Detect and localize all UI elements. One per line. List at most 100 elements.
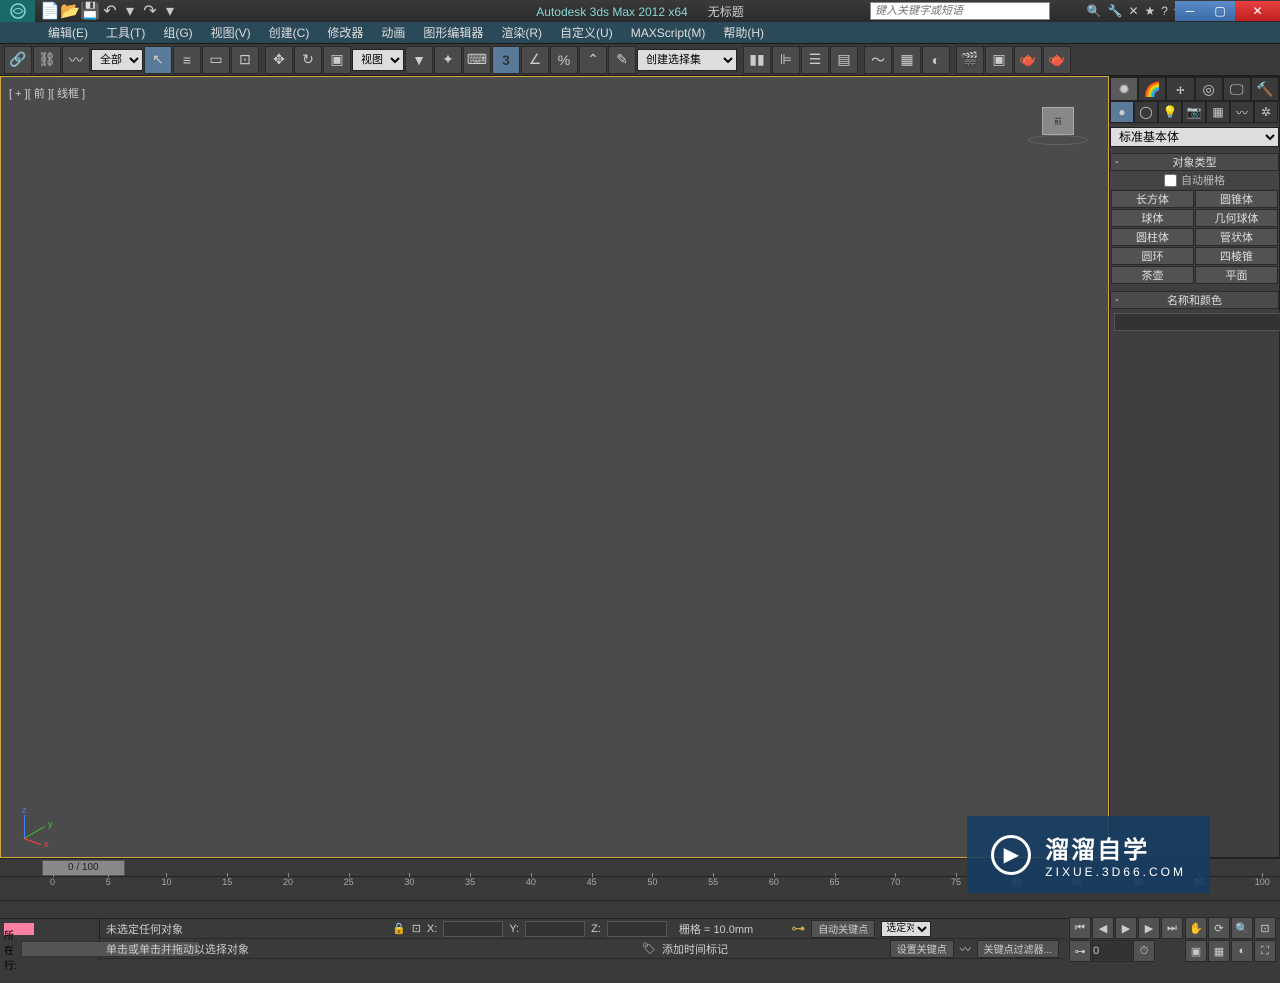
zoom-extents-all-icon[interactable]: ▦ (1208, 940, 1230, 962)
render-production-icon[interactable]: 🫖 (1043, 46, 1071, 74)
edit-named-sel-icon[interactable]: ✎ (608, 46, 636, 74)
menu-rendering[interactable]: 渲染(R) (501, 24, 542, 41)
select-by-name-icon[interactable]: ≡ (173, 46, 201, 74)
scale-icon[interactable]: ▣ (323, 46, 351, 74)
material-editor-icon[interactable]: ◐ (922, 46, 950, 74)
play-icon[interactable]: ▶ (1115, 917, 1137, 939)
time-slider-thumb[interactable]: 0 / 100 (42, 860, 125, 876)
box-button[interactable]: 长方体 (1111, 190, 1194, 208)
viewcube-ring-icon[interactable] (1028, 135, 1088, 145)
display-tab-icon[interactable]: 🖵 (1223, 77, 1251, 101)
current-frame-input[interactable] (1092, 940, 1132, 962)
rotate-icon[interactable]: ↻ (294, 46, 322, 74)
viewport[interactable]: [ + ][ 前 ][ 线框 ] 前 z y x (0, 76, 1109, 858)
cameras-icon[interactable]: 📷 (1182, 101, 1206, 123)
helpers-icon[interactable]: ▦ (1206, 101, 1230, 123)
exchange-icon[interactable]: ✕ (1128, 4, 1138, 18)
space-warps-icon[interactable]: 〰 (1230, 101, 1254, 123)
lights-icon[interactable]: 💡 (1158, 101, 1182, 123)
set-key-button[interactable]: 设置关键点 (890, 940, 954, 958)
geometry-icon[interactable]: ● (1110, 101, 1134, 123)
graphite-ribbon-icon[interactable]: ▤ (830, 46, 858, 74)
lock-icon[interactable]: 🔒 (392, 922, 406, 935)
hierarchy-tab-icon[interactable]: 🕂 (1166, 77, 1194, 101)
zoom-all-icon[interactable]: ⊡ (1254, 917, 1276, 939)
search-input[interactable] (870, 2, 1050, 20)
rollout-name-color[interactable]: -名称和颜色 (1110, 291, 1279, 309)
menu-customize[interactable]: 自定义(U) (560, 24, 613, 41)
wrench-icon[interactable]: 🔧 (1108, 4, 1123, 18)
app-menu-button[interactable] (0, 0, 35, 22)
rectangle-select-icon[interactable]: ▭ (202, 46, 230, 74)
teapot-button[interactable]: 茶壶 (1111, 266, 1194, 284)
spinner-snap-icon[interactable]: ⌃ (579, 46, 607, 74)
goto-end-icon[interactable]: ⏭ (1161, 917, 1183, 939)
undo-icon[interactable]: ↶ (101, 2, 119, 20)
pan-icon[interactable]: ✋ (1185, 917, 1207, 939)
manipulate-icon[interactable]: ✦ (434, 46, 462, 74)
undo-dropdown-icon[interactable]: ▾ (121, 2, 139, 20)
align-icon[interactable]: ⊫ (772, 46, 800, 74)
render-setup-icon[interactable]: 🎬 (956, 46, 984, 74)
isolate-icon[interactable]: ⊡ (412, 922, 421, 935)
percent-snap-icon[interactable]: % (550, 46, 578, 74)
key-filter-icon[interactable]: 〰 (960, 941, 971, 957)
snap-toggle-icon[interactable]: 3 (492, 46, 520, 74)
fov-icon[interactable]: ◐ (1231, 940, 1253, 962)
bind-space-warp-icon[interactable]: 〰 (62, 46, 90, 74)
layer-manager-icon[interactable]: ☰ (801, 46, 829, 74)
menu-help[interactable]: 帮助(H) (723, 24, 764, 41)
key-mode-icon[interactable]: ⊶ (1069, 940, 1091, 962)
menu-maxscript[interactable]: MAXScript(M) (631, 26, 706, 40)
prev-frame-icon[interactable]: ◀ (1092, 917, 1114, 939)
viewcube-face[interactable]: 前 (1042, 107, 1074, 135)
time-tag-icon[interactable]: 🏷 (642, 942, 656, 955)
z-input[interactable] (607, 921, 667, 937)
menu-group[interactable]: 组(G) (163, 24, 192, 41)
tube-button[interactable]: 管状体 (1195, 228, 1278, 246)
new-icon[interactable]: 📄 (41, 2, 59, 20)
minimize-button[interactable]: ─ (1175, 1, 1205, 21)
arc-rotate-icon[interactable]: ⟳ (1208, 917, 1230, 939)
plane-button[interactable]: 平面 (1195, 266, 1278, 284)
select-object-icon[interactable]: ↖ (144, 46, 172, 74)
autogrid-checkbox[interactable] (1164, 174, 1177, 187)
key-filters-button[interactable]: 关键点过滤器... (977, 940, 1059, 958)
viewcube[interactable]: 前 (1028, 107, 1088, 147)
utilities-tab-icon[interactable]: 🔨 (1251, 77, 1279, 101)
rollout-object-type[interactable]: -对象类型 (1110, 153, 1279, 171)
menu-create[interactable]: 创建(C) (269, 24, 310, 41)
add-time-tag[interactable]: 添加时间标记 (662, 941, 728, 957)
named-selection-combo[interactable]: 创建选择集 (637, 49, 737, 71)
move-icon[interactable]: ✥ (265, 46, 293, 74)
key-mode-combo[interactable]: 选定对 (881, 921, 931, 937)
save-icon[interactable]: 💾 (81, 2, 99, 20)
time-config-icon[interactable]: ⏱ (1133, 940, 1155, 962)
open-icon[interactable]: 📂 (61, 2, 79, 20)
torus-button[interactable]: 圆环 (1111, 247, 1194, 265)
redo-icon[interactable]: ↷ (141, 2, 159, 20)
render-frame-icon[interactable]: ▣ (985, 46, 1013, 74)
viewport-label[interactable]: [ + ][ 前 ][ 线框 ] (9, 85, 85, 101)
cylinder-button[interactable]: 圆柱体 (1111, 228, 1194, 246)
motion-tab-icon[interactable]: ◎ (1195, 77, 1223, 101)
maximize-button[interactable]: ▢ (1205, 1, 1235, 21)
geosphere-button[interactable]: 几何球体 (1195, 209, 1278, 227)
menu-tools[interactable]: 工具(T) (106, 24, 145, 41)
reference-coord-combo[interactable]: 视图 (352, 49, 404, 71)
angle-snap-icon[interactable]: ∠ (521, 46, 549, 74)
sphere-button[interactable]: 球体 (1111, 209, 1194, 227)
create-tab-icon[interactable]: ✹ (1110, 77, 1138, 101)
star-icon[interactable]: ★ (1145, 4, 1156, 18)
systems-icon[interactable]: ✲ (1254, 101, 1278, 123)
selection-filter-combo[interactable]: 全部 (91, 49, 143, 71)
menu-modifiers[interactable]: 修改器 (327, 24, 363, 41)
y-input[interactable] (525, 921, 585, 937)
x-input[interactable] (443, 921, 503, 937)
link-icon[interactable]: 🔗 (4, 46, 32, 74)
cone-button[interactable]: 圆锥体 (1195, 190, 1278, 208)
pivot-center-icon[interactable]: ▼ (405, 46, 433, 74)
binoculars-icon[interactable]: 🔍 (1087, 4, 1102, 18)
unlink-icon[interactable]: ⛓ (33, 46, 61, 74)
render-icon[interactable]: 🫖 (1014, 46, 1042, 74)
